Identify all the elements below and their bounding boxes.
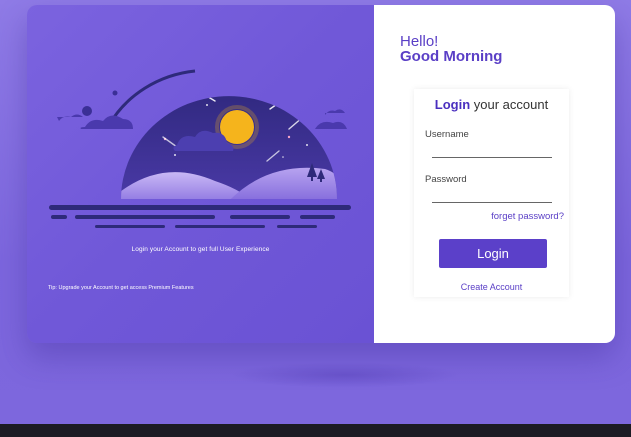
password-label: Password xyxy=(425,174,467,185)
login-panel: Hello! Good Morning Login your account U… xyxy=(374,5,615,343)
greeting-time-of-day: Good Morning xyxy=(400,48,503,65)
bottom-bar xyxy=(0,424,631,437)
planet-icon xyxy=(82,106,92,116)
login-title-bold: Login xyxy=(434,97,471,112)
forgot-password-link[interactable]: forget password? xyxy=(491,211,564,222)
username-label: Username xyxy=(425,129,469,140)
night-landscape-illustration xyxy=(49,69,351,228)
username-input[interactable] xyxy=(432,141,552,158)
illustration-panel: Login your Account to get full User Expe… xyxy=(27,5,374,343)
tip-text: Tip: Upgrade your Account to get access … xyxy=(48,285,194,291)
login-form: Login your account Username Password for… xyxy=(414,89,569,297)
cloud-left xyxy=(80,115,133,129)
create-account-link[interactable]: Create Account xyxy=(414,282,569,292)
login-button[interactable]: Login xyxy=(439,239,547,268)
login-title-rest: your account xyxy=(470,97,549,112)
tagline-text: Login your Account to get full User Expe… xyxy=(131,246,270,253)
login-card: Login your Account to get full User Expe… xyxy=(27,5,615,343)
card-floor-shadow xyxy=(230,362,460,388)
password-input[interactable] xyxy=(432,186,552,203)
login-title: Login your account xyxy=(414,97,569,112)
